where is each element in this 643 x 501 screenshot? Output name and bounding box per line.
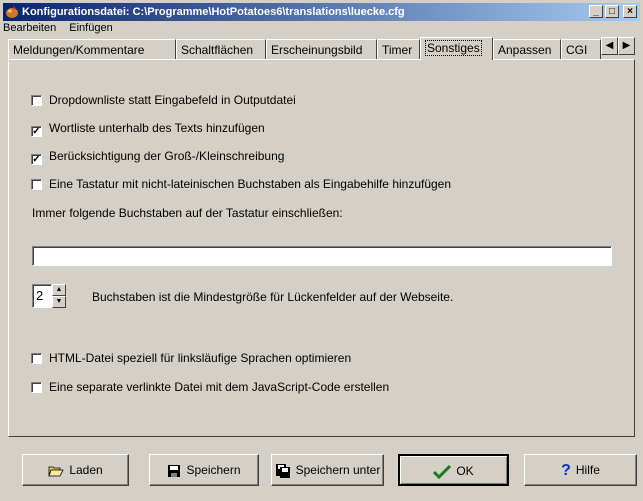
help-button[interactable]: ? Hilfe (524, 454, 637, 486)
tab-cgi[interactable]: CGI (561, 39, 601, 59)
load-label: Laden (69, 463, 103, 477)
tab-sonstiges[interactable]: Sonstiges (420, 37, 493, 60)
tab-scroll-left-icon[interactable]: ◀ (601, 37, 618, 55)
min-size-value[interactable]: 2 (32, 284, 52, 308)
tab-meldungen[interactable]: Meldungen/Kommentare (8, 39, 176, 59)
tab-erscheinungsbild[interactable]: Erscheinungsbild (266, 39, 377, 59)
ok-button[interactable]: OK (398, 454, 509, 486)
save-label: Speichern (186, 463, 241, 477)
option-dropdown[interactable]: Dropdownliste statt Eingabefeld in Outpu… (31, 93, 296, 107)
keyboard-label: Eine Tastatur mit nicht-lateinischen Buc… (49, 177, 452, 191)
config-window: Konfigurationsdatei: C:\Programme\HotPot… (0, 0, 643, 501)
save-button[interactable]: Speichern (149, 454, 259, 486)
rtl-checkbox[interactable] (31, 353, 42, 364)
save-as-button[interactable]: Speichern unter (271, 454, 384, 486)
checkmark-icon (433, 464, 452, 479)
wordlist-checkbox[interactable]: ✓ (31, 126, 42, 137)
tab-anpassen[interactable]: Anpassen (493, 39, 561, 59)
include-chars-input[interactable] (32, 246, 612, 266)
option-rtl[interactable]: HTML-Datei speziell für linksläufige Spr… (31, 351, 351, 365)
title-bar: Konfigurationsdatei: C:\Programme\HotPot… (3, 3, 640, 21)
save-as-disk-icon (275, 463, 290, 478)
min-size-spinner: 2 ▲ ▼ (32, 284, 66, 308)
ok-label: OK (456, 464, 474, 478)
help-label: Hilfe (575, 463, 600, 477)
min-size-label: Buchstaben ist die Mindestgröße für Lück… (92, 290, 454, 304)
tab-schaltflaechen[interactable]: Schaltflächen (176, 39, 266, 59)
tab-sonstiges-label: Sonstiges (425, 40, 482, 56)
menu-bearbeiten[interactable]: Bearbeiten (3, 22, 56, 34)
separate-js-label: Eine separate verlinkte Datei mit dem Ja… (49, 380, 390, 394)
wordlist-label: Wortliste unterhalb des Texts hinzufügen (49, 121, 265, 135)
dropdown-checkbox[interactable] (31, 95, 42, 106)
menu-bar: Bearbeiten Einfügen (3, 21, 123, 36)
keyboard-checkbox[interactable] (31, 179, 42, 190)
save-as-label: Speichern unter (295, 463, 381, 477)
spin-up-icon[interactable]: ▲ (52, 284, 66, 296)
menu-einfuegen[interactable]: Einfügen (69, 22, 112, 34)
load-button[interactable]: Laden (22, 454, 129, 486)
include-chars-label: Immer folgende Buchstaben auf der Tastat… (32, 206, 343, 220)
spin-down-icon[interactable]: ▼ (52, 296, 66, 308)
close-button[interactable]: × (623, 5, 637, 18)
rtl-label: HTML-Datei speziell für linksläufige Spr… (49, 351, 352, 365)
case-checkbox[interactable]: ✓ (31, 154, 42, 165)
tab-timer[interactable]: Timer (377, 39, 420, 59)
maximize-button[interactable]: □ (605, 5, 619, 18)
option-separate-js[interactable]: Eine separate verlinkte Datei mit dem Ja… (31, 380, 389, 394)
option-case[interactable]: ✓ Berücksichtigung der Groß-/Kleinschreib… (31, 149, 284, 165)
open-folder-icon (48, 466, 64, 477)
floppy-disk-icon (168, 464, 181, 477)
dropdown-label: Dropdownliste statt Eingabefeld in Outpu… (49, 93, 296, 107)
tab-scroll-right-icon[interactable]: ▶ (618, 37, 635, 55)
case-label: Berücksichtigung der Groß-/Kleinschreibu… (49, 149, 285, 163)
hotpotatoes-app-icon (6, 6, 18, 18)
tab-strip: Meldungen/Kommentare Schaltflächen Ersch… (8, 37, 636, 60)
option-wordlist[interactable]: ✓ Wortliste unterhalb des Texts hinzufüge… (31, 121, 265, 137)
sonstiges-panel: Dropdownliste statt Eingabefeld in Outpu… (8, 59, 635, 437)
window-title: Konfigurationsdatei: C:\Programme\HotPot… (22, 6, 405, 18)
separate-js-checkbox[interactable] (31, 382, 42, 393)
option-keyboard[interactable]: Eine Tastatur mit nicht-lateinischen Buc… (31, 177, 451, 191)
minimize-button[interactable]: _ (589, 5, 603, 18)
question-mark-icon: ? (561, 461, 571, 479)
